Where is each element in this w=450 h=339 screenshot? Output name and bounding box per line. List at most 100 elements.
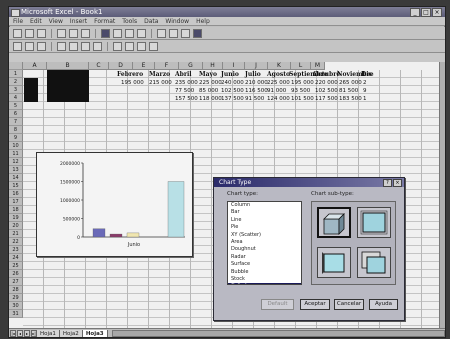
first-sheet-button[interactable]: |◂ <box>10 330 16 337</box>
row-header[interactable]: 18 <box>9 206 23 214</box>
row-header[interactable]: 29 <box>9 294 23 302</box>
row-header[interactable]: 26 <box>9 270 23 278</box>
month-header-cell[interactable]: Julio <box>245 71 261 79</box>
undo-icon[interactable] <box>157 28 166 38</box>
menu-item[interactable]: Tools <box>122 17 137 25</box>
menu-item[interactable]: Format <box>94 17 115 25</box>
column-header-l[interactable]: L <box>291 62 311 70</box>
row-header[interactable]: 21 <box>9 230 23 238</box>
column-header-h[interactable]: H <box>203 62 223 70</box>
column-header-m[interactable]: M <box>311 62 325 70</box>
print-preview-icon[interactable] <box>69 28 78 38</box>
subtype-flat-box[interactable] <box>357 207 391 238</box>
underline-icon[interactable] <box>37 41 46 51</box>
row-header[interactable]: 27 <box>9 278 23 286</box>
vertical-scrollbar[interactable] <box>439 62 445 328</box>
data-cell[interactable]: 85 000 <box>199 87 218 95</box>
chart-type-option[interactable]: Bubble <box>228 269 301 276</box>
data-cell[interactable]: 77 500 <box>175 87 194 95</box>
chart-type-option[interactable]: XY (Scatter) <box>228 232 301 239</box>
align-center-icon[interactable] <box>69 41 78 51</box>
row-header[interactable]: 25 <box>9 262 23 270</box>
row-header[interactable]: 9 <box>9 134 23 142</box>
italic-icon[interactable] <box>25 41 34 51</box>
data-cell[interactable]: 116 500 <box>245 87 268 95</box>
row-header[interactable]: 8 <box>9 126 23 134</box>
cut-icon[interactable] <box>101 28 110 38</box>
menu-item[interactable]: Data <box>144 17 158 25</box>
data-cell[interactable]: 195 000 <box>291 79 314 87</box>
row-header[interactable]: 22 <box>9 238 23 246</box>
data-cell[interactable]: 102 500 <box>221 87 244 95</box>
menu-item[interactable]: Insert <box>70 17 87 25</box>
row-header[interactable]: 28 <box>9 286 23 294</box>
data-cell[interactable]: 235 000 <box>175 79 198 87</box>
chart-type-option[interactable]: Cylinder <box>228 283 301 284</box>
chart-type-option[interactable]: Bar <box>228 209 301 216</box>
help-button[interactable]: Ayuda <box>369 299 398 310</box>
month-header-cell[interactable]: Febrero <box>117 71 143 79</box>
data-cell[interactable]: 210 000 <box>245 79 268 87</box>
data-cell[interactable]: 91 500 <box>245 95 264 103</box>
row-header[interactable]: 24 <box>9 254 23 262</box>
new-icon[interactable] <box>13 28 22 38</box>
chart-type-option[interactable]: Column <box>228 202 301 209</box>
chart-bar[interactable] <box>109 233 123 238</box>
paste-icon[interactable] <box>125 28 134 38</box>
merge-center-icon[interactable] <box>93 41 102 51</box>
row-header[interactable]: 2 <box>9 78 23 86</box>
column-header-j[interactable]: J <box>245 62 268 70</box>
cancel-button[interactable]: Cancelar <box>334 299 364 310</box>
chart-type-option[interactable]: Radar <box>228 254 301 261</box>
chart-type-option[interactable]: Area <box>228 239 301 246</box>
data-cell[interactable]: 2 <box>363 79 367 87</box>
row-header[interactable]: 7 <box>9 118 23 126</box>
chart-type-option[interactable]: Pie <box>228 224 301 231</box>
copy-icon[interactable] <box>113 28 122 38</box>
bold-icon[interactable] <box>13 41 22 51</box>
sheet-tab[interactable]: Hoja1 <box>36 329 60 337</box>
format-painter-icon[interactable] <box>137 28 146 38</box>
column-header-g[interactable]: G <box>179 62 203 70</box>
menu-item[interactable]: Window <box>165 17 189 25</box>
prev-sheet-button[interactable]: ◂ <box>17 330 23 337</box>
sheet-tab[interactable]: Hoja2 <box>58 329 83 337</box>
select-all-corner[interactable] <box>9 62 23 70</box>
data-cell[interactable]: 1 <box>363 95 367 103</box>
close-icon[interactable]: × <box>393 179 402 187</box>
selected-cell-range[interactable] <box>24 78 38 102</box>
row-header[interactable]: 12 <box>9 158 23 166</box>
chart-bar[interactable] <box>126 232 140 238</box>
default-button[interactable]: Default <box>261 299 294 310</box>
data-cell[interactable]: 102 500 <box>315 87 338 95</box>
subtype-offset-box[interactable] <box>357 247 391 278</box>
row-header[interactable]: 16 <box>9 190 23 198</box>
selected-cell-range[interactable] <box>47 78 89 102</box>
spelling-icon[interactable] <box>81 28 90 38</box>
borders-icon[interactable] <box>149 41 158 51</box>
data-cell[interactable]: 225 000 <box>199 79 222 87</box>
data-cell[interactable]: 137 500 <box>221 95 244 103</box>
row-header[interactable]: 20 <box>9 222 23 230</box>
sheet-tab[interactable]: Hoja3 <box>81 329 108 337</box>
data-cell[interactable]: 81 500 <box>339 87 358 95</box>
print-icon[interactable] <box>57 28 66 38</box>
column-header-b[interactable]: B <box>47 62 89 70</box>
row-header[interactable]: 14 <box>9 174 23 182</box>
embedded-chart[interactable]: 0 500000 1000000 1500000 2000000 Junio <box>36 152 193 257</box>
row-header[interactable]: 11 <box>9 150 23 158</box>
chart-bar[interactable] <box>167 181 185 238</box>
data-cell[interactable]: 157 500 <box>175 95 198 103</box>
chart-type-option[interactable]: Doughnut <box>228 246 301 253</box>
autosum-icon[interactable] <box>169 28 178 38</box>
row-header[interactable]: 5 <box>9 102 23 110</box>
chart-type-list[interactable]: Column Bar Line Pie XY (Scatter) Area Doughnut… <box>227 201 302 285</box>
row-header[interactable]: 3 <box>9 86 23 94</box>
month-header-cell[interactable]: Abril <box>175 71 192 79</box>
data-cell[interactable]: 117 500 <box>315 95 338 103</box>
close-button[interactable]: × <box>432 8 442 17</box>
data-cell[interactable]: 93 500 <box>291 87 310 95</box>
data-cell[interactable]: 91 000 <box>267 87 286 95</box>
save-icon[interactable] <box>37 28 46 38</box>
chart-type-option[interactable]: Stock <box>228 276 301 283</box>
